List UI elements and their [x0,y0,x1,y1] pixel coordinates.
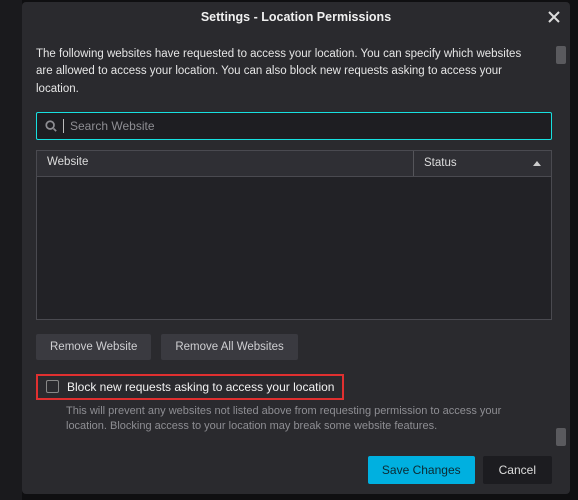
close-icon [548,11,560,23]
block-requests-row[interactable]: Block new requests asking to access your… [36,374,344,400]
websites-table: Website Status [36,150,552,320]
close-button[interactable] [544,7,564,27]
dialog-titlebar: Settings - Location Permissions [22,2,570,32]
sort-up-icon [533,161,541,166]
scroll-arrow-down-icon[interactable] [556,428,566,446]
remove-all-websites-button[interactable]: Remove All Websites [161,334,297,360]
column-website[interactable]: Website [37,151,413,176]
block-requests-label: Block new requests asking to access your… [67,380,334,394]
dialog-title: Settings - Location Permissions [201,10,391,24]
scrollbar[interactable] [556,46,566,446]
background-sidebar [0,0,22,500]
location-permissions-dialog: Settings - Location Permissions The foll… [22,2,570,494]
search-field[interactable] [36,112,552,140]
text-cursor [63,119,64,133]
column-status-label: Status [424,157,457,169]
dialog-body: The following websites have requested to… [22,32,570,494]
cancel-button[interactable]: Cancel [483,456,552,484]
scroll-arrow-up-icon[interactable] [556,46,566,64]
block-requests-hint: This will prevent any websites not liste… [36,404,526,435]
dialog-footer: Save Changes Cancel [36,446,552,484]
table-body [37,177,551,319]
intro-text: The following websites have requested to… [36,46,536,98]
column-status[interactable]: Status [413,151,551,176]
block-requests-checkbox[interactable] [46,380,59,393]
search-icon [45,120,57,132]
save-changes-button[interactable]: Save Changes [368,456,475,484]
search-input[interactable] [70,119,543,133]
action-row: Remove Website Remove All Websites [36,334,552,360]
remove-website-button[interactable]: Remove Website [36,334,151,360]
table-header: Website Status [37,151,551,177]
